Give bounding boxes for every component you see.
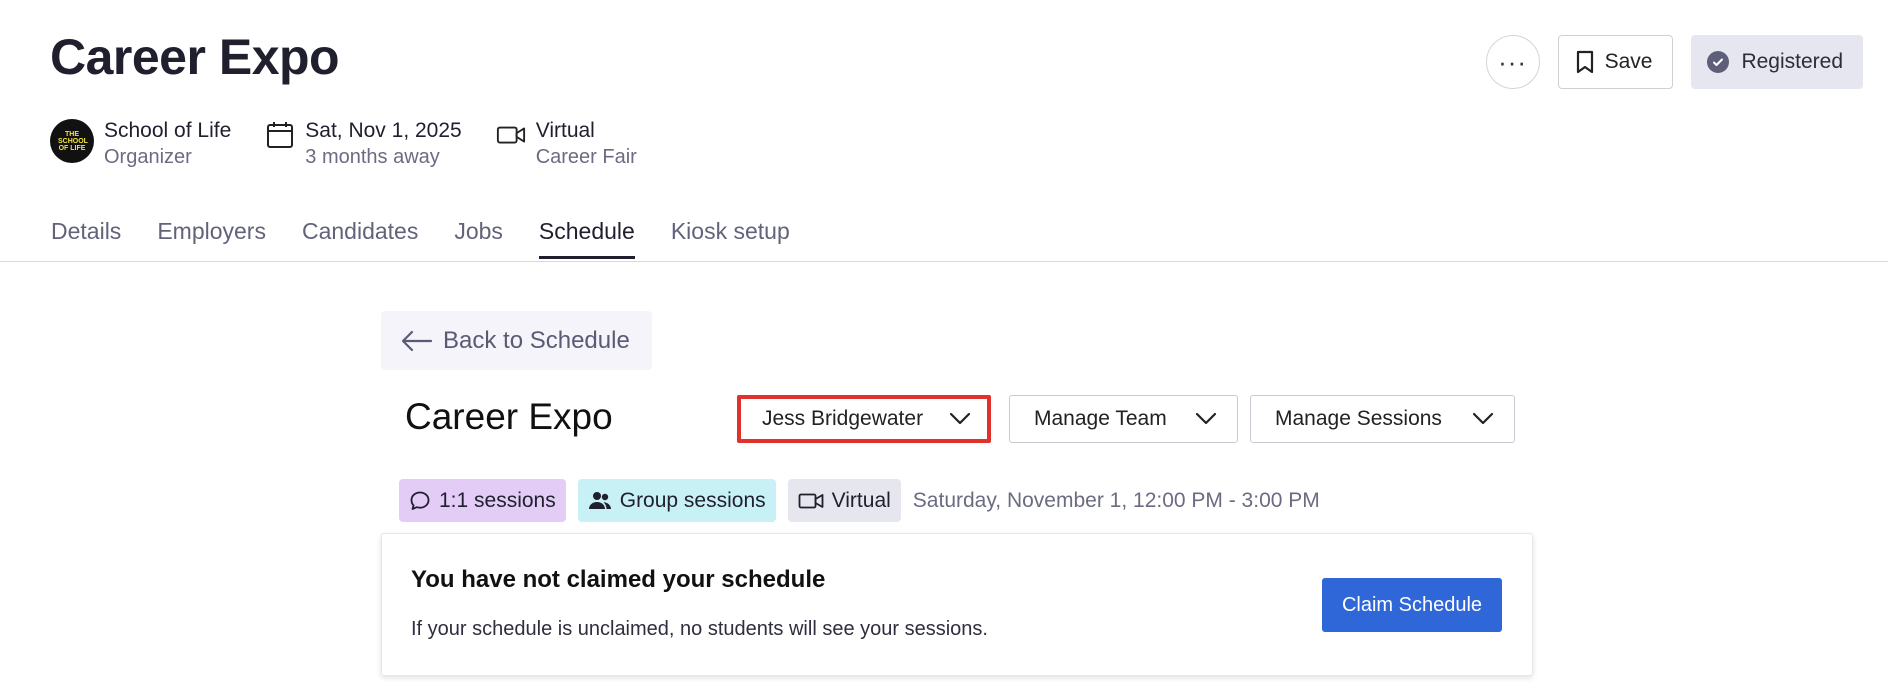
- arrow-left-icon: [401, 330, 433, 351]
- chevron-down-icon: [949, 412, 971, 425]
- chevron-down-icon: [1195, 412, 1217, 425]
- one-on-one-tag: 1:1 sessions: [399, 479, 566, 522]
- event-format: Virtual Career Fair: [496, 118, 637, 170]
- event-date-text: Sat, Nov 1, 2025: [305, 119, 462, 142]
- group-sessions-label: Group sessions: [619, 488, 766, 512]
- virtual-tag: Virtual: [787, 479, 901, 522]
- more-icon: ···: [1498, 47, 1528, 77]
- event-date-relative: 3 months away: [305, 146, 440, 168]
- user-select-value: Jess Bridgewater: [762, 407, 924, 430]
- claim-description: If your schedule is unclaimed, no studen…: [411, 618, 988, 640]
- claim-heading: You have not claimed your schedule: [411, 566, 826, 593]
- chevron-down-icon: [1472, 412, 1494, 425]
- organizer-logo-text: THE SCHOOL OF LIFE: [58, 130, 88, 152]
- user-select-dropdown[interactable]: Jess Bridgewater: [737, 395, 991, 443]
- save-button[interactable]: Save: [1557, 35, 1674, 89]
- claim-schedule-button[interactable]: Claim Schedule: [1322, 578, 1502, 632]
- bookmark-icon: [1576, 50, 1593, 74]
- session-datetime: Saturday, November 1, 12:00 PM - 3:00 PM: [912, 488, 1320, 512]
- header-actions: ··· Save Registered: [1485, 35, 1863, 89]
- event-type-text: Career Fair: [535, 146, 637, 168]
- virtual-label: Virtual: [831, 488, 891, 512]
- tab-jobs[interactable]: Jobs: [454, 218, 503, 259]
- group-sessions-tag: Group sessions: [577, 479, 776, 522]
- registered-button[interactable]: Registered: [1691, 35, 1863, 89]
- save-label: Save: [1604, 50, 1653, 73]
- video-camera-icon: [798, 493, 824, 508]
- registered-label: Registered: [1741, 50, 1843, 73]
- organizer-name: School of Life: [104, 119, 232, 142]
- video-camera-icon: [496, 126, 525, 144]
- manage-sessions-dropdown[interactable]: Manage Sessions: [1250, 395, 1515, 443]
- page-title: Career Expo: [50, 29, 340, 85]
- event-date: Sat, Nov 1, 2025 3 months away: [265, 118, 462, 170]
- manage-sessions-label: Manage Sessions: [1275, 407, 1442, 430]
- event-meta: THE SCHOOL OF LIFE School of Life Organi…: [50, 118, 637, 170]
- manage-team-dropdown[interactable]: Manage Team: [1009, 395, 1238, 443]
- tab-schedule[interactable]: Schedule: [538, 218, 635, 259]
- tab-divider: [0, 261, 1888, 262]
- event-format-text: Virtual: [535, 119, 595, 142]
- one-on-one-label: 1:1 sessions: [439, 488, 556, 512]
- tab-details[interactable]: Details: [51, 218, 121, 259]
- claim-schedule-card: You have not claimed your schedule If yo…: [381, 533, 1533, 676]
- organizer-info[interactable]: THE SCHOOL OF LIFE School of Life Organi…: [50, 118, 231, 170]
- calendar-icon: [267, 122, 294, 148]
- people-icon: [588, 491, 611, 509]
- schedule-title: Career Expo: [405, 396, 613, 437]
- session-tags: 1:1 sessions Group sessions Virtual Satu…: [399, 479, 1320, 522]
- event-page: Career Expo ··· Save Registered THE SCHO…: [0, 0, 1888, 694]
- tab-employers[interactable]: Employers: [157, 218, 266, 259]
- event-tabs: Details Employers Candidates Jobs Schedu…: [51, 218, 790, 259]
- back-label: Back to Schedule: [443, 326, 630, 354]
- chat-bubble-icon: [410, 491, 430, 510]
- back-to-schedule-button[interactable]: Back to Schedule: [381, 311, 652, 370]
- organizer-logo: THE SCHOOL OF LIFE: [50, 119, 94, 163]
- check-circle-icon: [1707, 51, 1730, 73]
- tab-kiosk-setup[interactable]: Kiosk setup: [671, 218, 790, 259]
- manage-team-label: Manage Team: [1034, 407, 1167, 430]
- tab-candidates[interactable]: Candidates: [302, 218, 418, 259]
- organizer-role: Organizer: [104, 146, 192, 168]
- more-options-button[interactable]: ···: [1485, 35, 1540, 89]
